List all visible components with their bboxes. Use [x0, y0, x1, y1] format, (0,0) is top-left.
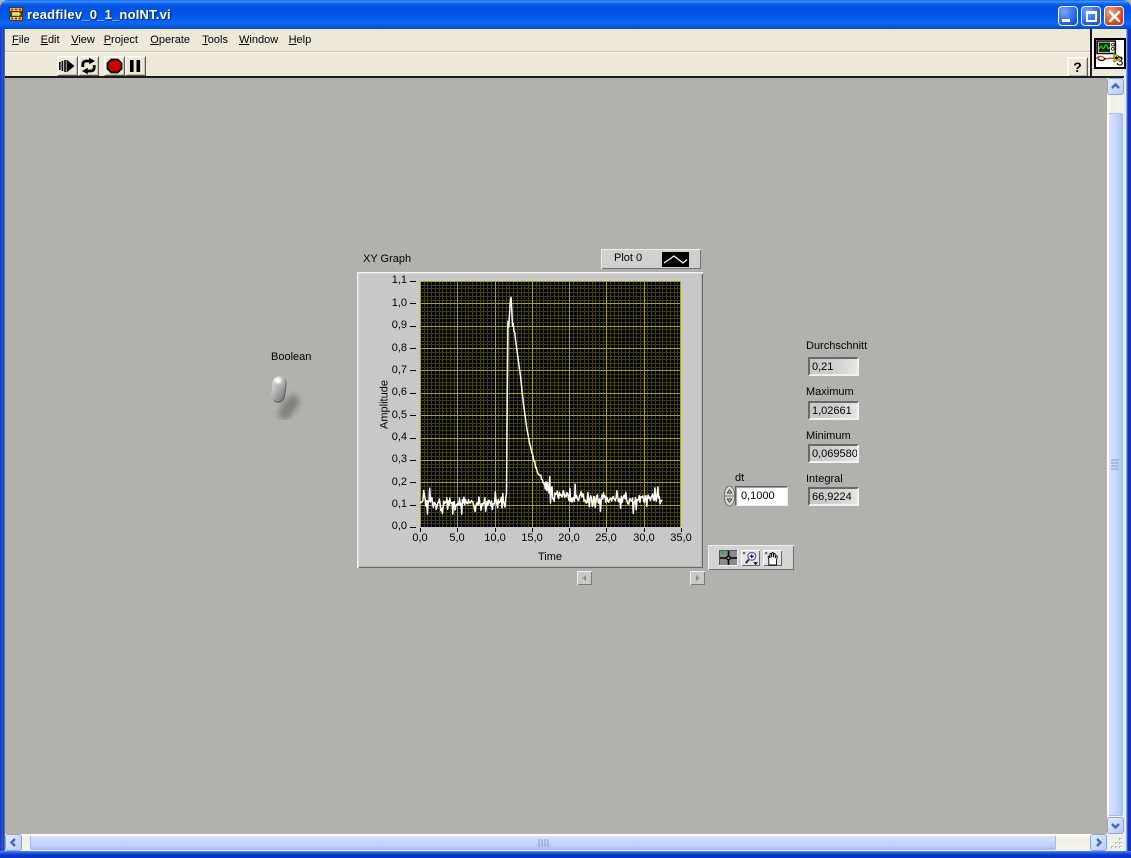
- svg-text:3: 3: [1116, 54, 1123, 67]
